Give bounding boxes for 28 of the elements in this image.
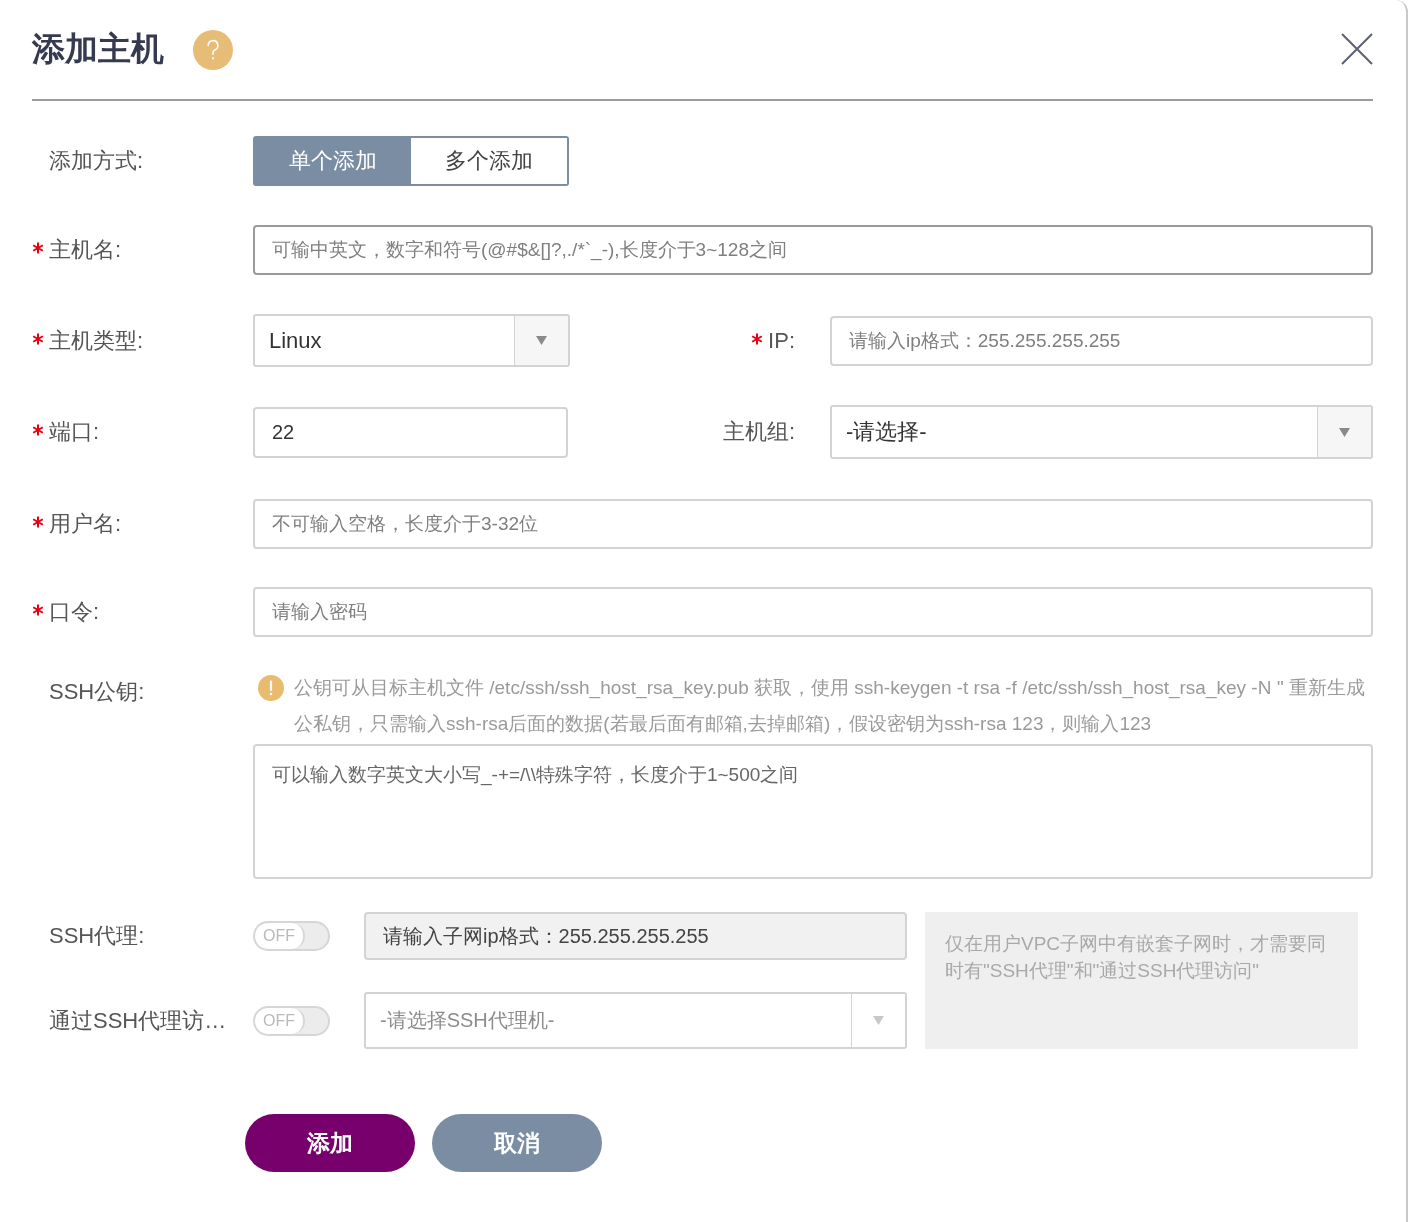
proxy-note: 仅在用户VPC子网中有嵌套子网时，才需要同时有"SSH代理"和"通过SSH代理访问" (925, 912, 1358, 1049)
hostname-field[interactable]: 可输中英文，数字和符号(@#$&[]?,./*`_-),长度介于3~128之间 (253, 225, 1373, 275)
close-icon[interactable] (1341, 32, 1373, 65)
field-label: 端口: (49, 418, 100, 446)
field-label: SSH公钥: (49, 678, 145, 706)
field-label: 用户名: (49, 510, 122, 538)
ssh-key-field[interactable]: 可以输入数字英文大小写_-+=/\\特殊字符，长度介于1~500之间 (253, 744, 1373, 879)
caret-icon (873, 1016, 884, 1025)
ip-field[interactable]: 请输入ip格式：255.255.255.255 (830, 315, 1373, 366)
exclamation-icon (258, 675, 284, 701)
password-field[interactable]: 请输入密码 (253, 587, 1373, 637)
field-label: 主机类型: (49, 326, 144, 355)
ssh-key-hint: 公钥可从目标主机文件 /etc/ssh/ssh_host_rsa_key.pub 获取，使用 ssh-keygen -t rsa -f /etc/ssh/ssh_host_rsa_key -N '' 重新生成公私钥，只需输入ssh-rsa后面的数据(若最后面有邮箱,去掉邮箱)，假设密钥为ssh-rsa 123，则输入123 (294, 676, 1367, 736)
host-type-select[interactable]: Linux (253, 314, 570, 367)
field-label: 口令: (49, 598, 100, 626)
caret-icon (1339, 427, 1350, 437)
host-group-select[interactable]: -请选择- (830, 405, 1373, 459)
submit-button[interactable]: 添加 (245, 1114, 415, 1172)
field-label: 主机名: (49, 236, 122, 264)
field-label: 主机组: (722, 418, 795, 446)
field-label: IP: (768, 327, 795, 354)
field-label: 添加方式: (49, 147, 144, 175)
field-label: SSH代理: (49, 922, 145, 950)
field-label: 通过SSH代理访… (49, 1006, 227, 1035)
caret-icon (536, 336, 547, 345)
port-field[interactable]: 22 (253, 406, 568, 458)
dialog-title: 添加主机 (32, 29, 164, 69)
username-field[interactable]: 不可输入空格，长度介于3-32位 (253, 499, 1373, 549)
